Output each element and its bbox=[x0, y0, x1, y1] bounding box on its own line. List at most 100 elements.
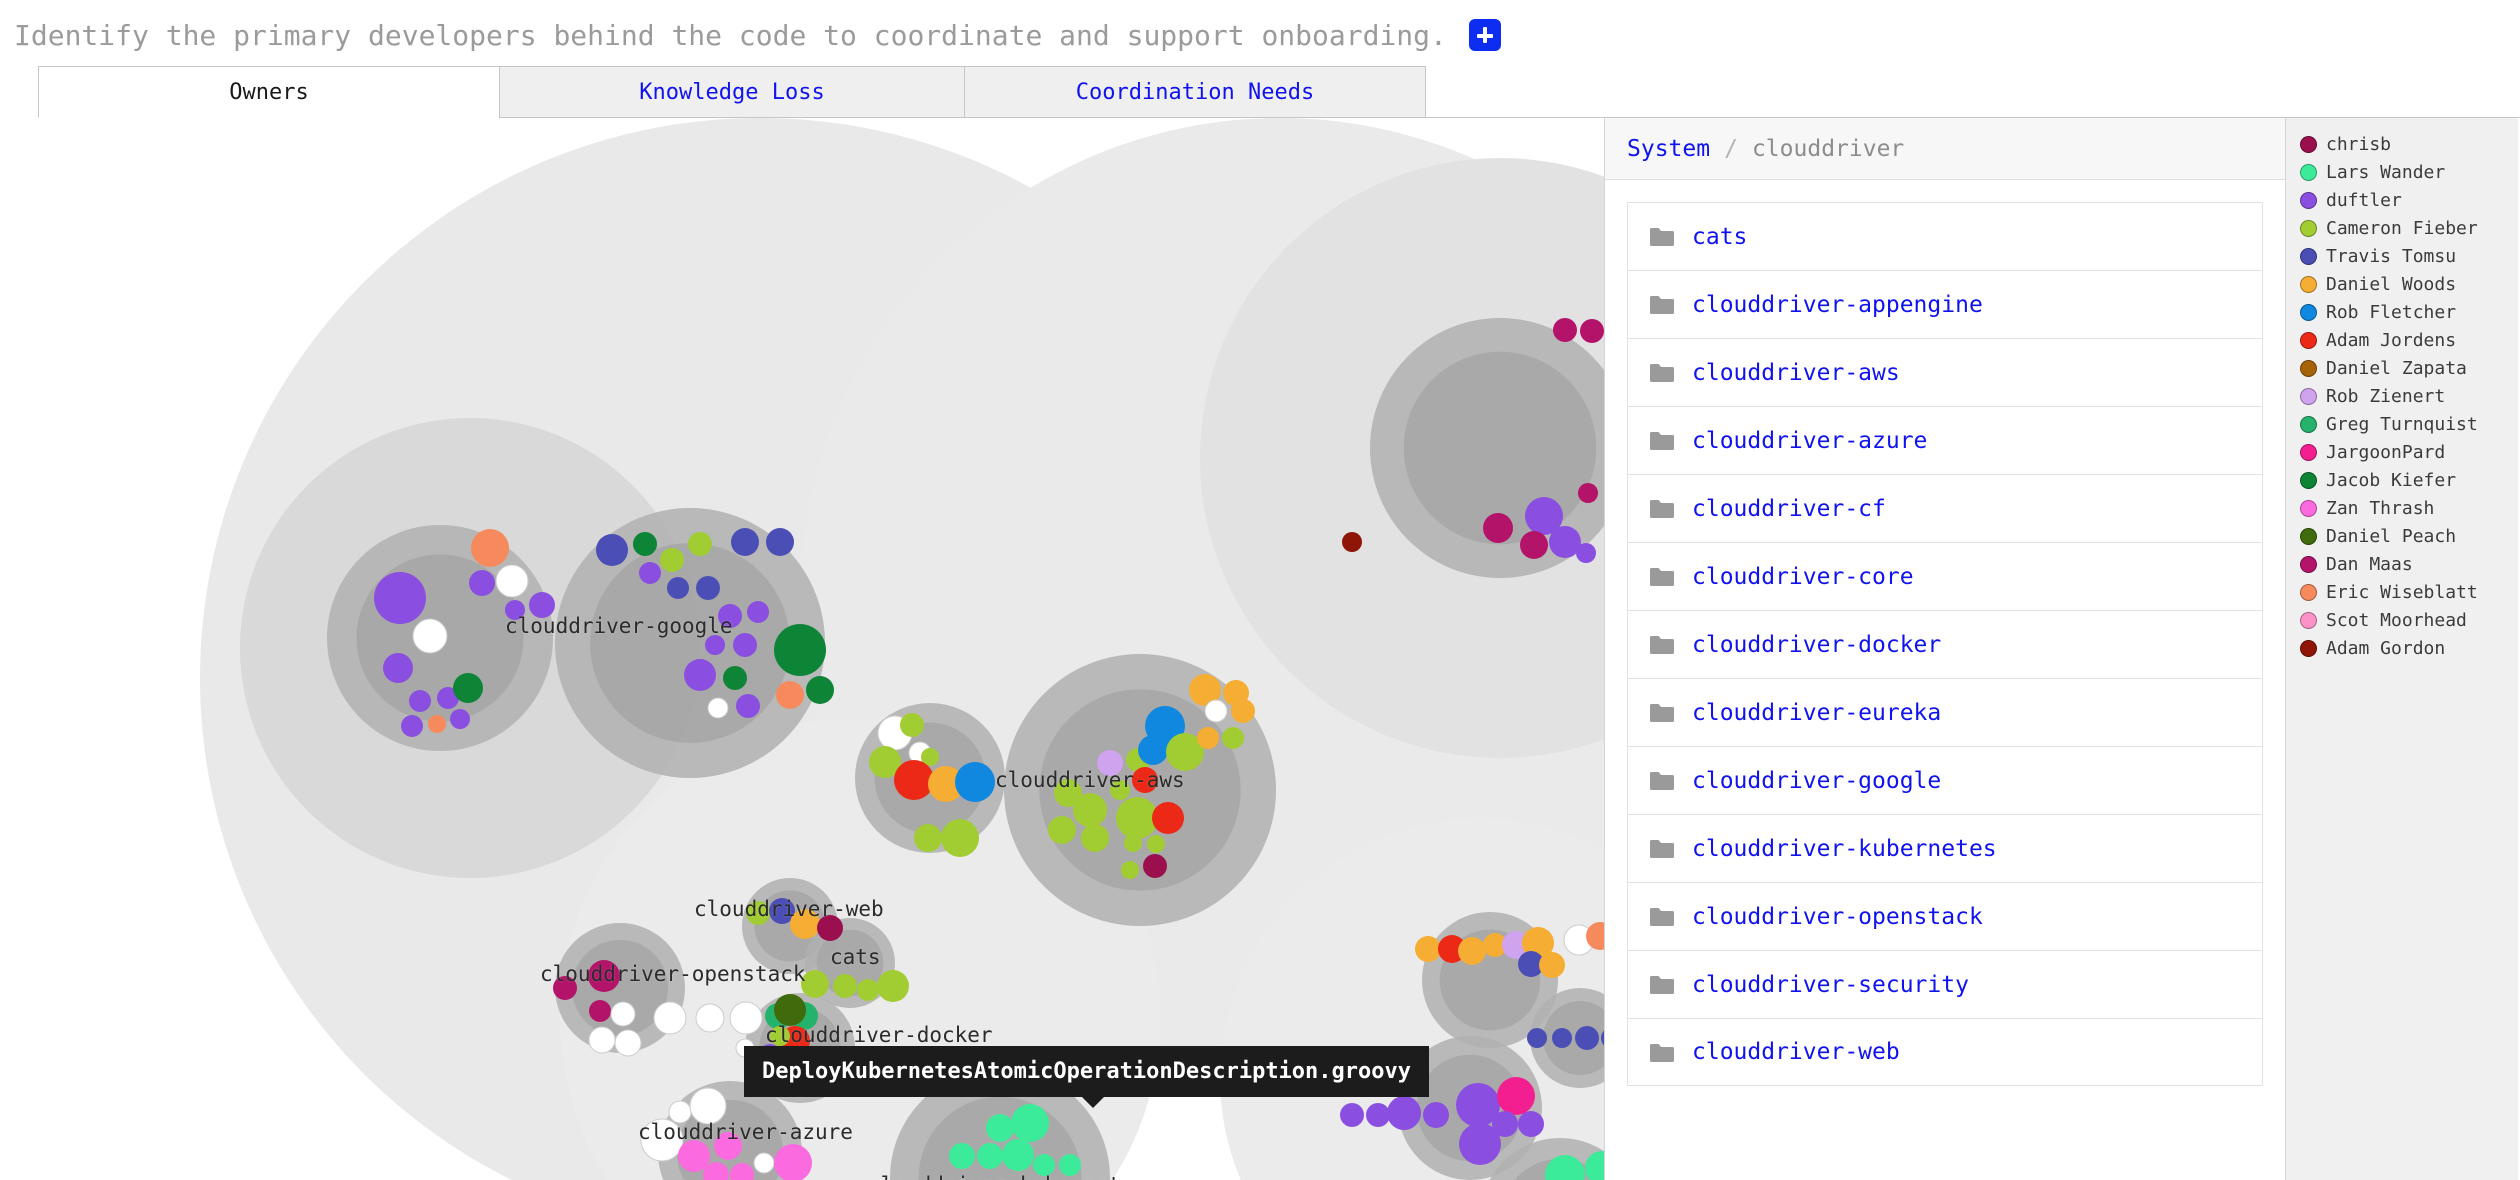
leaf-circle[interactable] bbox=[596, 534, 628, 566]
legend-row[interactable]: Cameron Fieber bbox=[2300, 214, 2518, 242]
legend-row[interactable]: Dan Maas bbox=[2300, 550, 2518, 578]
leaf-circle[interactable] bbox=[412, 618, 448, 654]
leaf-circle[interactable] bbox=[383, 653, 413, 683]
tab-coordination-needs[interactable]: Coordination Needs bbox=[964, 66, 1426, 118]
leaf-circle[interactable] bbox=[723, 666, 747, 690]
folder-row[interactable]: clouddriver-eureka bbox=[1627, 678, 2263, 746]
plus-icon[interactable] bbox=[1468, 19, 1501, 51]
leaf-circle[interactable] bbox=[731, 528, 759, 556]
leaf-circle[interactable] bbox=[553, 976, 577, 1000]
legend-row[interactable]: Greg Turnquist bbox=[2300, 410, 2518, 438]
leaf-circle[interactable] bbox=[1578, 483, 1598, 503]
legend-row[interactable]: Scot Moorhead bbox=[2300, 606, 2518, 634]
leaf-circle[interactable] bbox=[776, 681, 804, 709]
leaf-circle[interactable] bbox=[633, 532, 657, 556]
folder-row[interactable]: clouddriver-openstack bbox=[1627, 882, 2263, 950]
leaf-circle[interactable] bbox=[714, 1132, 742, 1160]
leaf-circle[interactable] bbox=[1576, 543, 1596, 563]
leaf-circle[interactable] bbox=[667, 577, 689, 599]
leaf-circle[interactable] bbox=[450, 709, 470, 729]
legend-row[interactable]: duftler bbox=[2300, 186, 2518, 214]
leaf-circle[interactable] bbox=[1152, 802, 1184, 834]
leaf-circle[interactable] bbox=[1147, 835, 1165, 853]
leaf-circle[interactable] bbox=[1553, 318, 1577, 342]
leaf-circle[interactable] bbox=[409, 690, 431, 712]
leaf-circle[interactable] bbox=[753, 1152, 775, 1174]
leaf-circle[interactable] bbox=[801, 970, 829, 998]
leaf-circle[interactable] bbox=[1116, 797, 1158, 839]
legend-row[interactable]: Adam Jordens bbox=[2300, 326, 2518, 354]
leaf-circle[interactable] bbox=[1483, 513, 1513, 543]
leaf-circle[interactable] bbox=[696, 576, 720, 600]
folder-row[interactable]: clouddriver-appengine bbox=[1627, 270, 2263, 338]
leaf-circle[interactable] bbox=[614, 1029, 642, 1057]
legend-row[interactable]: Rob Fletcher bbox=[2300, 298, 2518, 326]
leaf-circle[interactable] bbox=[729, 1001, 763, 1035]
legend-row[interactable]: Daniel Peach bbox=[2300, 522, 2518, 550]
folder-row[interactable]: clouddriver-web bbox=[1627, 1018, 2263, 1086]
leaf-circle[interactable] bbox=[1423, 1102, 1449, 1128]
leaf-circle[interactable] bbox=[1552, 1028, 1572, 1048]
folder-row[interactable]: clouddriver-cf bbox=[1627, 474, 2263, 542]
leaf-circle[interactable] bbox=[790, 909, 820, 939]
group-circle-inner[interactable] bbox=[590, 543, 790, 743]
leaf-circle[interactable] bbox=[588, 1026, 616, 1054]
leaf-circle[interactable] bbox=[857, 979, 879, 1001]
leaf-circle[interactable] bbox=[1518, 1111, 1544, 1137]
leaf-circle[interactable] bbox=[955, 762, 995, 802]
leaf-circle[interactable] bbox=[1011, 1104, 1049, 1142]
leaf-circle[interactable] bbox=[529, 592, 555, 618]
leaf-circle[interactable] bbox=[1048, 816, 1076, 844]
leaf-circle[interactable] bbox=[949, 1143, 975, 1169]
leaf-circle[interactable] bbox=[1415, 936, 1441, 962]
leaf-circle[interactable] bbox=[1059, 1154, 1081, 1176]
leaf-circle[interactable] bbox=[1138, 735, 1168, 765]
leaf-circle[interactable] bbox=[589, 1000, 611, 1022]
leaf-circle[interactable] bbox=[774, 994, 806, 1026]
folder-row[interactable]: clouddriver-security bbox=[1627, 950, 2263, 1018]
leaf-circle[interactable] bbox=[1222, 727, 1244, 749]
leaf-circle[interactable] bbox=[1073, 793, 1107, 827]
legend-row[interactable]: chrisb bbox=[2300, 130, 2518, 158]
legend-row[interactable]: Jacob Kiefer bbox=[2300, 466, 2518, 494]
leaf-circle[interactable] bbox=[1539, 952, 1565, 978]
leaf-circle[interactable] bbox=[1497, 1077, 1535, 1115]
leaf-circle[interactable] bbox=[707, 697, 729, 719]
tab-owners[interactable]: Owners bbox=[38, 66, 500, 118]
leaf-circle[interactable] bbox=[770, 1026, 790, 1046]
leaf-circle[interactable] bbox=[736, 694, 760, 718]
leaf-circle[interactable] bbox=[914, 824, 942, 852]
leaf-circle[interactable] bbox=[1204, 699, 1228, 723]
leaf-circle[interactable] bbox=[1575, 1026, 1599, 1050]
leaf-circle[interactable] bbox=[877, 970, 909, 1002]
folder-row[interactable]: cats bbox=[1627, 202, 2263, 270]
leaf-circle[interactable] bbox=[941, 819, 979, 857]
leaf-circle[interactable] bbox=[833, 974, 857, 998]
leaf-circle[interactable] bbox=[774, 624, 826, 676]
folder-row[interactable]: clouddriver-kubernetes bbox=[1627, 814, 2263, 882]
leaf-circle[interactable] bbox=[689, 1087, 727, 1125]
leaf-circle[interactable] bbox=[1231, 699, 1255, 723]
leaf-circle[interactable] bbox=[453, 673, 483, 703]
leaf-circle[interactable] bbox=[695, 1003, 725, 1033]
leaf-circle[interactable] bbox=[660, 548, 684, 572]
leaf-circle[interactable] bbox=[469, 570, 495, 596]
leaf-circle[interactable] bbox=[1366, 1103, 1390, 1127]
leaf-circle[interactable] bbox=[495, 564, 529, 598]
leaf-circle[interactable] bbox=[1033, 1154, 1055, 1176]
legend-row[interactable]: Eric Wiseblatt bbox=[2300, 578, 2518, 606]
legend-row[interactable]: Daniel Zapata bbox=[2300, 354, 2518, 382]
leaf-circle[interactable] bbox=[1527, 1028, 1547, 1048]
leaf-circle[interactable] bbox=[986, 1114, 1014, 1142]
folder-row[interactable]: clouddriver-docker bbox=[1627, 610, 2263, 678]
leaf-circle[interactable] bbox=[718, 604, 742, 628]
legend-row[interactable]: Daniel Woods bbox=[2300, 270, 2518, 298]
legend-row[interactable]: Travis Tomsu bbox=[2300, 242, 2518, 270]
leaf-circle[interactable] bbox=[747, 601, 769, 623]
leaf-circle[interactable] bbox=[1342, 532, 1362, 552]
legend-row[interactable]: Lars Wander bbox=[2300, 158, 2518, 186]
leaf-circle[interactable] bbox=[401, 715, 423, 737]
leaf-circle[interactable] bbox=[894, 760, 934, 800]
leaf-circle[interactable] bbox=[374, 572, 426, 624]
leaf-circle[interactable] bbox=[1580, 319, 1604, 343]
